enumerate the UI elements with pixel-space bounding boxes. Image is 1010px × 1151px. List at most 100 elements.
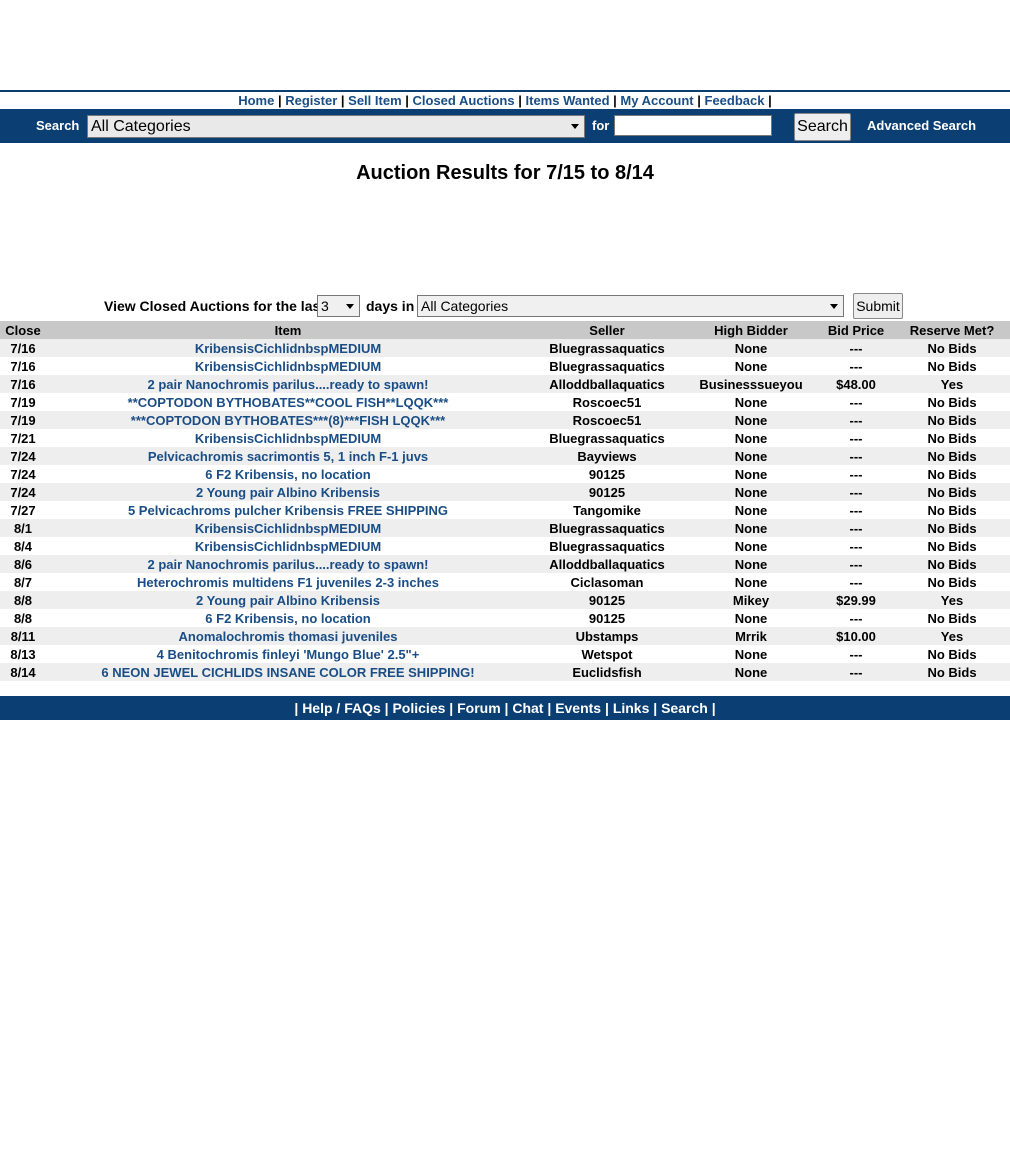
close-date-cell: 8/8 bbox=[0, 591, 46, 609]
seller-cell: Alloddballaquatics bbox=[530, 375, 684, 393]
close-date-cell: 7/16 bbox=[10, 358, 36, 374]
nav-link-closed-auctions[interactable]: Closed Auctions bbox=[413, 93, 515, 108]
table-row: 7/16 2 pair Nanochromis parilus....ready … bbox=[0, 375, 1010, 393]
bid-price-cell: --- bbox=[849, 574, 863, 590]
high-bidder-cell: None bbox=[734, 466, 768, 482]
item-cell: 2 pair Nanochromis parilus....ready to s… bbox=[46, 375, 530, 393]
item-link[interactable]: 5 Pelvicachroms pulcher Kribensis FREE S… bbox=[128, 503, 448, 518]
item-cell: **COPTODON BYTHOBATES**COOL FISH**LQQK**… bbox=[46, 393, 530, 411]
reserve-met-cell: No Bids bbox=[927, 358, 977, 374]
high-bidder-cell: None bbox=[734, 646, 768, 662]
nav-link-feedback[interactable]: Feedback bbox=[705, 93, 765, 108]
bid-price-cell: --- bbox=[849, 430, 863, 446]
close-date-cell: 7/24 bbox=[0, 447, 46, 465]
nav-link-register[interactable]: Register bbox=[285, 93, 337, 108]
item-link[interactable]: Pelvicachromis sacrimontis 5, 1 inch F-1… bbox=[148, 449, 428, 464]
item-link[interactable]: KribensisCichlidnbspMEDIUM bbox=[195, 431, 381, 446]
footer-separator: | bbox=[605, 700, 609, 716]
footer-separator: | bbox=[711, 700, 716, 716]
item-link[interactable]: 2 Young pair Albino Kribensis bbox=[196, 593, 380, 608]
footer-separator: | bbox=[504, 700, 509, 716]
high-bidder-cell: None bbox=[734, 394, 768, 410]
footer-link-chat[interactable]: Chat bbox=[512, 700, 543, 716]
item-link[interactable]: ***COPTODON BYTHOBATES***(8)***FISH LQQK… bbox=[131, 413, 445, 428]
item-link[interactable]: 6 F2 Kribensis, no location bbox=[205, 467, 370, 482]
footer-link-events[interactable]: Events bbox=[555, 700, 601, 716]
footer-link-search[interactable]: Search bbox=[661, 700, 708, 716]
bid-price-cell: $29.99 bbox=[818, 591, 894, 609]
item-link[interactable]: KribensisCichlidnbspMEDIUM bbox=[195, 341, 381, 356]
item-cell: 6 NEON JEWEL CICHLIDS INSANE COLOR FREE … bbox=[46, 663, 530, 681]
seller-cell: Bluegrassaquatics bbox=[549, 538, 665, 554]
table-row: 8/14 6 NEON JEWEL CICHLIDS INSANE COLOR F… bbox=[0, 663, 1010, 681]
column-header-item: Item bbox=[46, 321, 530, 339]
nav-separator: | bbox=[697, 93, 701, 108]
column-header-high-bidder: High Bidder bbox=[684, 321, 818, 339]
filter-category-select[interactable]: All Categories bbox=[417, 295, 844, 317]
item-link[interactable]: 2 pair Nanochromis parilus....ready to s… bbox=[147, 557, 428, 572]
footer-link-links[interactable]: Links bbox=[613, 700, 650, 716]
close-date-cell: 7/19 bbox=[0, 411, 46, 429]
nav-separator: | bbox=[340, 93, 345, 108]
table-row: 7/24 2 Young pair Albino Kribensis 90125 No… bbox=[0, 483, 1010, 501]
table-row: 7/16 KribensisCichlidnbspMEDIUM Bluegrassa… bbox=[0, 339, 1010, 357]
nav-link-my-account[interactable]: My Account bbox=[620, 93, 693, 108]
item-link[interactable]: 2 pair Nanochromis parilus....ready to s… bbox=[147, 377, 428, 392]
seller-cell: Euclidsfish bbox=[530, 663, 684, 681]
for-label: for bbox=[592, 118, 610, 133]
item-link[interactable]: **COPTODON BYTHOBATES**COOL FISH**LQQK**… bbox=[128, 395, 449, 410]
footer-link-forum[interactable]: Forum bbox=[457, 700, 501, 716]
footer-link-help-faqs[interactable]: Help / FAQs bbox=[302, 700, 381, 716]
close-date-cell: 7/24 bbox=[10, 466, 36, 482]
footer-separator: | bbox=[294, 700, 299, 716]
bid-price-cell: $10.00 bbox=[818, 627, 894, 645]
submit-button[interactable]: Submit bbox=[853, 293, 903, 319]
reserve-met-cell: No Bids bbox=[894, 339, 1010, 357]
item-link[interactable]: 6 NEON JEWEL CICHLIDS INSANE COLOR FREE … bbox=[101, 665, 474, 680]
bid-price-cell: --- bbox=[818, 483, 894, 501]
seller-cell: 90125 bbox=[588, 610, 626, 626]
item-cell: Heterochromis multidens F1 juveniles 2-3… bbox=[46, 573, 530, 591]
high-bidder-cell: None bbox=[684, 519, 818, 537]
results-table: Close Item Seller High Bidder Bid Price … bbox=[0, 321, 1010, 681]
item-cell: ***COPTODON BYTHOBATES***(8)***FISH LQQK… bbox=[46, 411, 530, 429]
item-link[interactable]: KribensisCichlidnbspMEDIUM bbox=[195, 521, 381, 536]
item-cell: 2 Young pair Albino Kribensis bbox=[46, 483, 530, 501]
seller-cell: Ubstamps bbox=[530, 627, 684, 645]
item-link[interactable]: 4 Benitochromis finleyi 'Mungo Blue' 2.5… bbox=[157, 647, 420, 662]
reserve-met-cell: No Bids bbox=[894, 483, 1010, 501]
reserve-met-cell: No Bids bbox=[927, 430, 977, 446]
page-title: Auction Results for 7/15 to 8/14 bbox=[356, 162, 654, 184]
nav-link-sell-item[interactable]: Sell Item bbox=[348, 93, 401, 108]
nav-link-items-wanted[interactable]: Items Wanted bbox=[526, 93, 610, 108]
search-button[interactable]: Search bbox=[794, 113, 851, 141]
reserve-met-cell: No Bids bbox=[894, 555, 1010, 573]
footer-separator: | bbox=[547, 700, 552, 716]
reserve-met-cell: Yes bbox=[894, 591, 1010, 609]
close-date-cell: 8/4 bbox=[13, 538, 33, 554]
item-link[interactable]: Heterochromis multidens F1 juveniles 2-3… bbox=[137, 575, 439, 590]
table-row: 8/11 Anomalochromis thomasi juveniles Ubst… bbox=[0, 627, 1010, 645]
high-bidder-cell: Mrrik bbox=[684, 627, 818, 645]
high-bidder-cell: None bbox=[684, 483, 818, 501]
table-row: 8/8 2 Young pair Albino Kribensis 90125 Mik… bbox=[0, 591, 1010, 609]
bid-price-cell: --- bbox=[849, 538, 863, 554]
footer-separator: | bbox=[653, 700, 658, 716]
nav-link-home[interactable]: Home bbox=[238, 93, 274, 108]
advanced-search-link[interactable]: Advanced Search bbox=[867, 118, 976, 133]
days-select[interactable]: 3 bbox=[317, 295, 360, 317]
item-link[interactable]: 2 Young pair Albino Kribensis bbox=[196, 485, 380, 500]
seller-cell: Bluegrassaquatics bbox=[549, 358, 665, 374]
item-link[interactable]: KribensisCichlidnbspMEDIUM bbox=[195, 359, 381, 374]
days-value: 3 bbox=[321, 298, 329, 314]
nav-separator: | bbox=[768, 93, 772, 108]
search-input[interactable] bbox=[614, 115, 772, 136]
item-link[interactable]: 6 F2 Kribensis, no location bbox=[205, 611, 370, 626]
search-category-select[interactable]: All Categories bbox=[87, 115, 585, 138]
column-header-reserve-met: Reserve Met? bbox=[894, 321, 1010, 339]
seller-cell: 90125 bbox=[588, 466, 626, 482]
footer-link-policies[interactable]: Policies bbox=[392, 700, 445, 716]
item-link[interactable]: Anomalochromis thomasi juveniles bbox=[179, 629, 398, 644]
item-link[interactable]: KribensisCichlidnbspMEDIUM bbox=[195, 539, 381, 554]
close-date-cell: 7/19 bbox=[10, 394, 36, 410]
